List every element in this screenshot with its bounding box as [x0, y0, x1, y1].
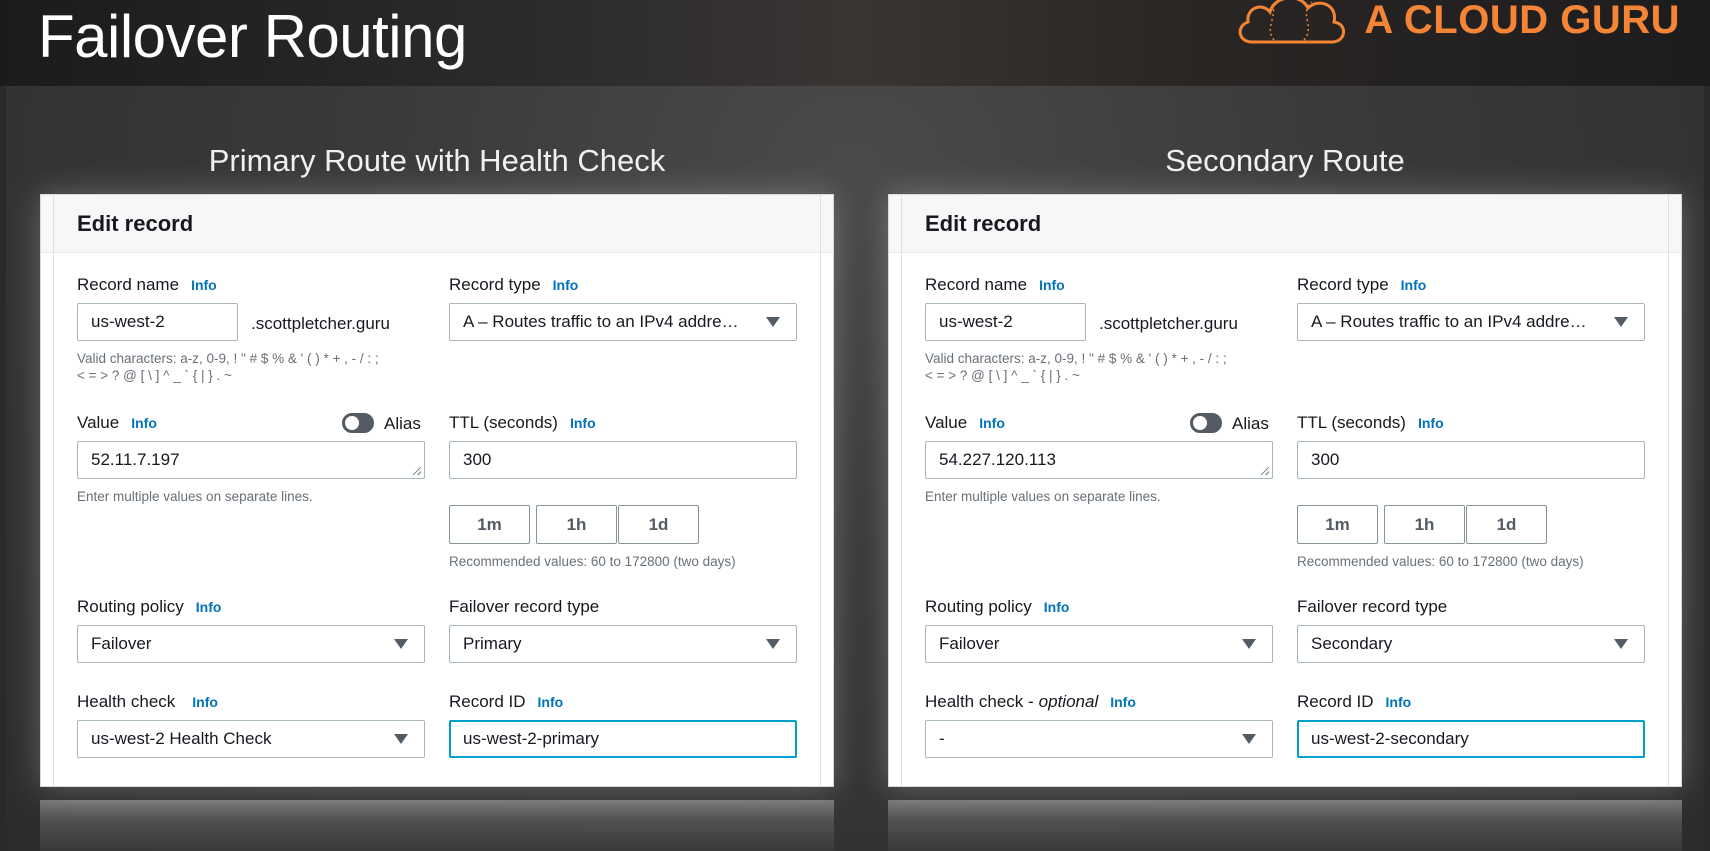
health-check-label: Health check - optional Info — [925, 692, 1136, 711]
panel-title: Edit record — [925, 210, 1042, 236]
domain-suffix: .scottpletcher.guru — [251, 314, 390, 333]
resize-handle-icon[interactable] — [413, 467, 421, 475]
info-link[interactable]: Info — [1418, 415, 1444, 431]
dropdown-caret-icon — [1242, 734, 1256, 744]
slide-title: Failover Routing — [38, 3, 467, 70]
failover-type-label: Failover record type — [449, 597, 600, 616]
ttl-1h-button[interactable]: 1h — [1384, 505, 1465, 544]
alias-label: Alias — [384, 414, 421, 433]
panel-title: Edit record — [77, 210, 194, 236]
health-check-label: Health check Info — [77, 692, 218, 711]
resize-handle-icon[interactable] — [1261, 467, 1269, 475]
dropdown-caret-icon — [766, 639, 780, 649]
primary-edit-record-panel: Edit record Record name Info us-west-2 .… — [40, 194, 834, 787]
info-link[interactable]: Info — [570, 415, 596, 431]
dropdown-caret-icon — [766, 317, 780, 327]
panel-reflection — [888, 800, 1682, 851]
valid-characters-hint: Valid characters: a-z, 0-9, ! " # $ % & … — [77, 351, 379, 383]
alias-toggle[interactable] — [342, 413, 374, 433]
logo-text: A CLOUD GURU — [1364, 0, 1680, 42]
info-link[interactable]: Info — [131, 415, 157, 431]
value-label: Value Info — [925, 413, 1005, 432]
ttl-1d-button[interactable]: 1d — [618, 505, 699, 544]
ttl-input[interactable]: 300 — [449, 441, 797, 479]
ttl-label: TTL (seconds) Info — [449, 413, 596, 432]
info-link[interactable]: Info — [538, 694, 564, 710]
health-check-select[interactable]: us-west-2 Health Check — [77, 720, 425, 758]
panel-header: Edit record — [889, 195, 1681, 253]
value-textarea[interactable]: 52.11.7.197 — [77, 441, 425, 479]
ttl-1m-button[interactable]: 1m — [449, 505, 530, 544]
ttl-input[interactable]: 300 — [1297, 441, 1645, 479]
alias-label: Alias — [1232, 414, 1269, 433]
value-textarea[interactable]: 54.227.120.113 — [925, 441, 1273, 479]
info-link[interactable]: Info — [191, 277, 217, 293]
record-name-input[interactable]: us-west-2 — [77, 303, 238, 341]
info-link[interactable]: Info — [1044, 599, 1070, 615]
record-type-select[interactable]: A – Routes traffic to an IPv4 addre… — [449, 303, 797, 341]
failover-type-select[interactable]: Secondary — [1297, 625, 1645, 663]
info-link[interactable]: Info — [1110, 694, 1136, 710]
record-type-label: Record type Info — [1297, 275, 1427, 294]
panel-reflection — [40, 800, 834, 851]
ttl-hint: Recommended values: 60 to 172800 (two da… — [449, 554, 736, 569]
dropdown-caret-icon — [1614, 639, 1628, 649]
record-type-label: Record type Info — [449, 275, 579, 294]
panel-header: Edit record — [41, 195, 833, 253]
dropdown-caret-icon — [1242, 639, 1256, 649]
dropdown-caret-icon — [394, 734, 408, 744]
ttl-1h-button[interactable]: 1h — [536, 505, 617, 544]
routing-policy-select[interactable]: Failover — [77, 625, 425, 663]
failover-type-label: Failover record type — [1297, 597, 1448, 616]
info-link[interactable]: Info — [553, 277, 579, 293]
dropdown-caret-icon — [1614, 317, 1628, 327]
info-link[interactable]: Info — [1386, 694, 1412, 710]
secondary-edit-record-panel: Edit record Record name Info us-west-2 .… — [888, 194, 1682, 787]
dropdown-caret-icon — [394, 639, 408, 649]
record-type-select[interactable]: A – Routes traffic to an IPv4 addre… — [1297, 303, 1645, 341]
ttl-label: TTL (seconds) Info — [1297, 413, 1444, 432]
record-id-label: Record ID Info — [449, 692, 564, 711]
info-link[interactable]: Info — [196, 599, 222, 615]
alias-toggle[interactable] — [1190, 413, 1222, 433]
info-link[interactable]: Info — [1039, 277, 1065, 293]
record-name-input[interactable]: us-west-2 — [925, 303, 1086, 341]
ttl-1d-button[interactable]: 1d — [1466, 505, 1547, 544]
record-name-label: Record name Info — [925, 275, 1065, 294]
value-hint: Enter multiple values on separate lines. — [925, 489, 1161, 504]
failover-type-select[interactable]: Primary — [449, 625, 797, 663]
value-label: Value Info — [77, 413, 157, 432]
routing-policy-select[interactable]: Failover — [925, 625, 1273, 663]
value-hint: Enter multiple values on separate lines. — [77, 489, 313, 504]
logo: A CLOUD GURU — [1234, 0, 1680, 50]
record-id-input[interactable]: us-west-2-primary — [449, 720, 797, 758]
record-id-label: Record ID Info — [1297, 692, 1412, 711]
domain-suffix: .scottpletcher.guru — [1099, 314, 1238, 333]
record-id-input[interactable]: us-west-2-secondary — [1297, 720, 1645, 758]
health-check-select[interactable]: - — [925, 720, 1273, 758]
routing-policy-label: Routing policy Info — [77, 597, 222, 616]
primary-route-heading: Primary Route with Health Check — [208, 143, 666, 178]
info-link[interactable]: Info — [192, 694, 218, 710]
ttl-1m-button[interactable]: 1m — [1297, 505, 1378, 544]
record-name-label: Record name Info — [77, 275, 217, 294]
ttl-hint: Recommended values: 60 to 172800 (two da… — [1297, 554, 1584, 569]
info-link[interactable]: Info — [1401, 277, 1427, 293]
info-link[interactable]: Info — [979, 415, 1005, 431]
routing-policy-label: Routing policy Info — [925, 597, 1070, 616]
valid-characters-hint: Valid characters: a-z, 0-9, ! " # $ % & … — [925, 351, 1227, 383]
cloud-logo-icon — [1239, 0, 1346, 44]
secondary-route-heading: Secondary Route — [1165, 143, 1405, 178]
